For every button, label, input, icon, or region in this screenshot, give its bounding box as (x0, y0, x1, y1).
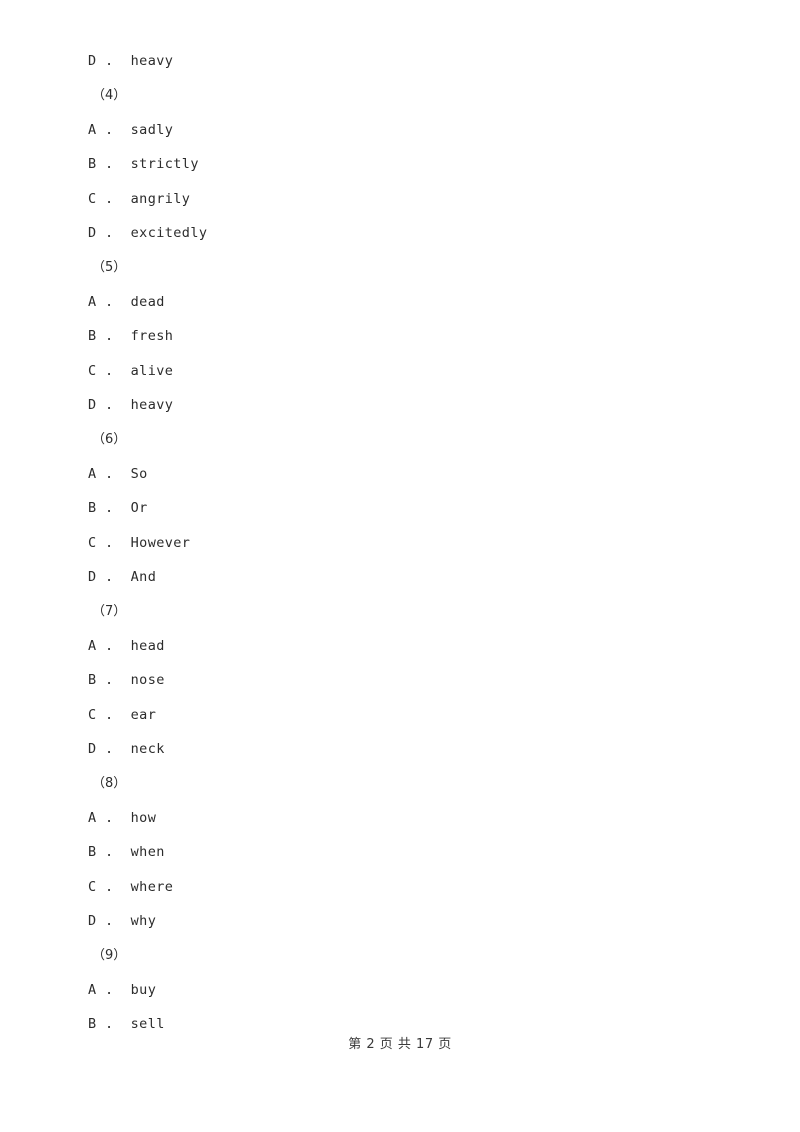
answer-option-text: D . heavy (88, 397, 174, 413)
answer-option-text: B . sell (88, 1016, 165, 1032)
answer-option: C . ear (0, 704, 800, 726)
answer-option: D . excitedly (0, 222, 800, 244)
answer-option: C . However (0, 532, 800, 554)
answer-option: D . heavy (0, 394, 800, 416)
answer-option-text: C . angrily (88, 191, 191, 207)
answer-option-text: D . heavy (88, 53, 174, 69)
answer-option-text: B . strictly (88, 156, 199, 172)
answer-option: D . And (0, 566, 800, 588)
answer-option: D . heavy (0, 50, 800, 72)
answer-option: A . So (0, 463, 800, 485)
question-number: （9） (0, 944, 800, 966)
answer-option-text: B . when (88, 844, 165, 860)
question-number: （5） (0, 256, 800, 278)
answer-option: C . alive (0, 360, 800, 382)
answer-option-text: C . alive (88, 363, 174, 379)
answer-option: B . strictly (0, 153, 800, 175)
answer-option: D . why (0, 910, 800, 932)
answer-option-text: C . However (88, 535, 191, 551)
answer-option: B . fresh (0, 325, 800, 347)
answer-option: A . how (0, 807, 800, 829)
answer-option-text: D . excitedly (88, 225, 208, 241)
answer-option-text: B . fresh (88, 328, 174, 344)
answer-option-text: D . why (88, 913, 157, 929)
answer-option: B . nose (0, 669, 800, 691)
answer-option: C . angrily (0, 188, 800, 210)
answer-option-text: B . nose (88, 672, 165, 688)
answer-option-text: A . buy (88, 982, 157, 998)
answer-option: B . sell (0, 1013, 800, 1035)
answer-option-text: A . dead (88, 294, 165, 310)
answer-option: C . where (0, 876, 800, 898)
answer-option-text: D . And (88, 569, 157, 585)
question-number: （8） (0, 772, 800, 794)
answer-option: A . head (0, 635, 800, 657)
question-number-label: （4） (92, 88, 127, 103)
answer-option: A . dead (0, 291, 800, 313)
answer-option: A . buy (0, 979, 800, 1001)
question-number: （4） (0, 84, 800, 106)
answer-option-text: A . sadly (88, 122, 174, 138)
answer-option-text: A . head (88, 638, 165, 654)
answer-option: A . sadly (0, 119, 800, 141)
answer-option-text: B . Or (88, 500, 148, 516)
answer-option-text: C . ear (88, 707, 157, 723)
question-number: （7） (0, 600, 800, 622)
answer-option-text: D . neck (88, 741, 165, 757)
answer-option-text: A . So (88, 466, 148, 482)
document-page: D . heavy （4） A . sadly B . strictly C . ang… (0, 0, 800, 1132)
answer-option: D . neck (0, 738, 800, 760)
question-number: （6） (0, 428, 800, 450)
question-number-label: （9） (92, 948, 127, 963)
answer-option: B . when (0, 841, 800, 863)
page-footer: 第 2 页 共 17 页 (348, 1037, 452, 1052)
question-number-label: （8） (92, 776, 127, 791)
answer-option-text: A . how (88, 810, 157, 826)
question-number-label: （6） (92, 432, 127, 447)
answer-option-text: C . where (88, 879, 174, 895)
question-number-label: （7） (92, 604, 127, 619)
answer-option: B . Or (0, 497, 800, 519)
question-number-label: （5） (92, 260, 127, 275)
